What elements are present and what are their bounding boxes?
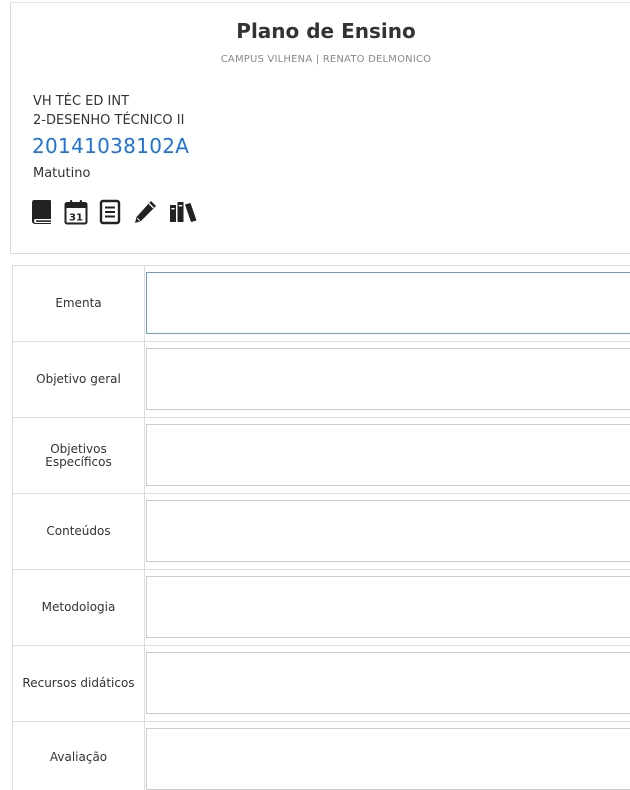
metodologia-textarea[interactable]: [146, 576, 630, 638]
form-row-recursos-didaticos: Recursos didáticos: [13, 646, 630, 722]
form-row-objetivos-especificos: Objetivos Específicos: [13, 418, 630, 494]
recursos-didaticos-label: Recursos didáticos: [13, 646, 145, 721]
page-title: Plano de Ensino: [236, 19, 416, 43]
header-card: Plano de Ensino CAMPUS VILHENA | RENATO …: [10, 2, 630, 254]
form-row-conteudos: Conteúdos: [13, 494, 630, 570]
pencil-icon[interactable]: [132, 199, 158, 225]
conteudos-textarea[interactable]: [146, 500, 630, 562]
recursos-didaticos-textarea[interactable]: [146, 652, 630, 714]
objetivo-geral-label: Objetivo geral: [13, 342, 145, 417]
objetivos-especificos-textarea[interactable]: [146, 424, 630, 486]
form-row-avaliacao: Avaliação: [13, 722, 630, 790]
avaliacao-textarea[interactable]: [146, 728, 630, 790]
course-code: 20141038102A: [32, 134, 190, 158]
page-subtitle: CAMPUS VILHENA | RENATO DELMONICO: [220, 54, 432, 65]
avaliacao-label: Avaliação: [13, 722, 145, 790]
ementa-textarea[interactable]: [146, 272, 630, 334]
svg-text:31: 31: [69, 213, 83, 224]
objetivos-especificos-label: Objetivos Específicos: [13, 418, 145, 493]
page: Plano de Ensino CAMPUS VILHENA | RENATO …: [0, 0, 630, 790]
course-shift: Matutino: [33, 166, 91, 181]
metodologia-label: Metodologia: [13, 570, 145, 645]
objetivo-geral-textarea[interactable]: [146, 348, 630, 410]
document-icon[interactable]: [99, 199, 121, 225]
book-icon[interactable]: [31, 199, 53, 225]
form-row-metodologia: Metodologia: [13, 570, 630, 646]
form-row-objetivo-geral: Objetivo geral: [13, 342, 630, 418]
calendar-icon[interactable]: 31: [64, 199, 88, 225]
conteudos-label: Conteúdos: [13, 494, 145, 569]
library-icon[interactable]: [169, 199, 199, 225]
action-toolbar: 31: [31, 197, 199, 227]
form-row-ementa: Ementa: [13, 266, 630, 342]
teaching-plan-form: Ementa Objetivo geral Objetivos Específi…: [12, 265, 630, 790]
ementa-label: Ementa: [13, 266, 145, 341]
course-program: VH TÉC ED INT: [33, 94, 130, 109]
course-discipline: 2-DESENHO TÉCNICO II: [33, 113, 185, 128]
